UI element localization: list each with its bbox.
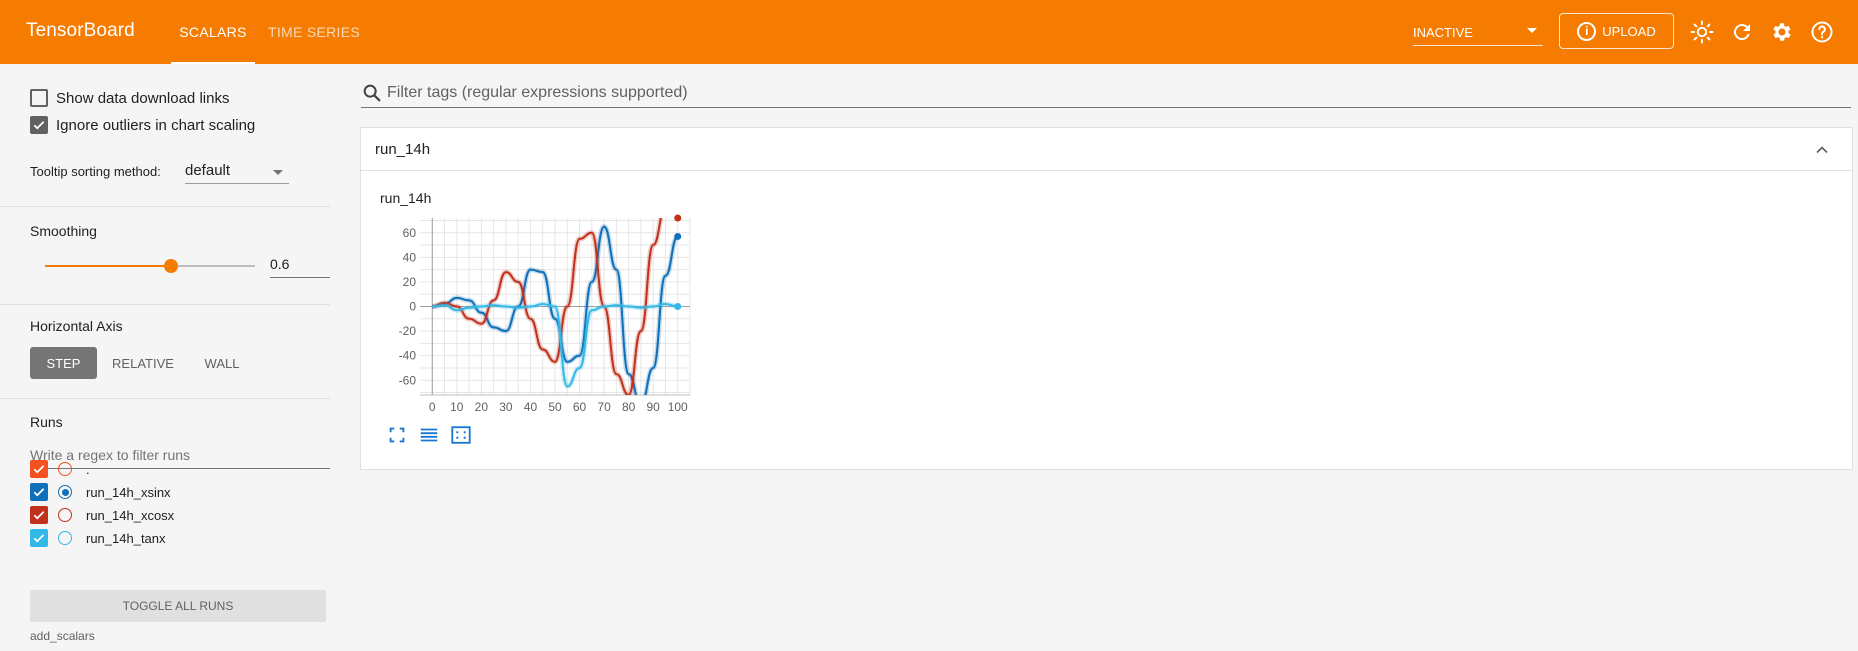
run-radio[interactable]: [58, 485, 72, 499]
series-endpoint: [674, 214, 682, 222]
dropdown-caret-icon: [1527, 28, 1537, 33]
ignore-outliers-option[interactable]: Ignore outliers in chart scaling: [30, 116, 255, 134]
x-tick-label: 30: [499, 400, 513, 414]
ignore-outliers-checkbox[interactable]: [30, 116, 48, 134]
axis-option-step[interactable]: STEP: [30, 347, 97, 379]
sidebar: Show data download links Ignore outliers…: [0, 64, 330, 651]
brightness-icon[interactable]: [1690, 20, 1714, 44]
run-radio[interactable]: [58, 531, 72, 545]
chart-title: run_14h: [380, 190, 432, 206]
y-tick-label: 0: [409, 300, 416, 314]
tooltip-sorting-value: default: [185, 162, 231, 179]
check-icon: [33, 465, 45, 474]
dropdown-caret-icon: [273, 170, 283, 175]
x-tick-label: 10: [450, 400, 464, 414]
tab-scalars[interactable]: SCALARS: [171, 0, 255, 64]
show-download-links-option[interactable]: Show data download links: [30, 89, 229, 107]
run-checkbox[interactable]: [30, 529, 48, 547]
search-icon: [363, 84, 381, 101]
run-checkbox[interactable]: [30, 483, 48, 501]
tooltip-sorting-label: Tooltip sorting method:: [30, 164, 161, 179]
check-icon: [33, 511, 45, 520]
x-tick-label: 20: [475, 400, 489, 414]
check-icon: [33, 121, 45, 130]
reload-status-select[interactable]: INACTIVE: [1413, 20, 1543, 46]
divider: [0, 206, 330, 207]
tag-filter-input[interactable]: Filter tags (regular expressions support…: [361, 78, 1851, 108]
smoothing-label: Smoothing: [30, 223, 97, 239]
x-tick-label: 100: [668, 400, 688, 414]
fullscreen-icon[interactable]: [386, 424, 408, 446]
y-tick-label: 60: [403, 226, 417, 240]
reload-status-value: INACTIVE: [1413, 25, 1473, 40]
y-tick-label: -40: [399, 349, 417, 363]
tab-time-series[interactable]: TIME SERIES: [268, 0, 360, 64]
show-download-links-checkbox[interactable]: [30, 89, 48, 107]
smoothing-input[interactable]: 0.6: [270, 250, 330, 278]
x-tick-label: 90: [647, 400, 661, 414]
runs-label: Runs: [30, 414, 63, 430]
upload-button[interactable]: i UPLOAD: [1559, 13, 1674, 49]
axis-option-wall[interactable]: WALL: [195, 347, 249, 379]
run-radio[interactable]: [58, 462, 72, 476]
tag-filter-placeholder: Filter tags (regular expressions support…: [387, 83, 688, 101]
refresh-icon[interactable]: [1730, 20, 1754, 44]
tooltip-sorting-select[interactable]: default: [185, 158, 289, 184]
info-icon: i: [1577, 21, 1597, 41]
scalar-line-chart[interactable]: 60 40 20 0 -20 -40 -60 0 10 20 30 40 50 60 70 80 90 100: [380, 212, 720, 417]
run-item[interactable]: run_14h_xsinx: [30, 481, 171, 503]
x-tick-label: 80: [622, 400, 636, 414]
run-name: .: [86, 461, 90, 477]
show-download-links-label: Show data download links: [56, 89, 230, 107]
help-icon[interactable]: [1810, 20, 1834, 44]
axis-option-relative[interactable]: RELATIVE: [106, 347, 180, 379]
x-tick-label: 0: [429, 400, 436, 414]
series-endpoint: [674, 232, 682, 240]
app-title: TensorBoard: [26, 20, 135, 41]
smoothing-slider[interactable]: [45, 259, 255, 273]
y-tick-label: -60: [399, 373, 417, 387]
x-tick-label: 60: [573, 400, 587, 414]
series-endpoint: [674, 303, 682, 310]
y-tick-label: -20: [399, 324, 417, 338]
ignore-outliers-label: Ignore outliers in chart scaling: [56, 116, 256, 134]
run-checkbox[interactable]: [30, 506, 48, 524]
check-icon: [33, 534, 45, 543]
fit-domain-icon[interactable]: [450, 424, 472, 446]
run-item[interactable]: run_14h_xcosx: [30, 504, 174, 526]
toggle-all-runs-button[interactable]: TOGGLE ALL RUNS: [30, 590, 326, 622]
x-tick-label: 50: [548, 400, 562, 414]
y-tick-label: 40: [403, 250, 417, 264]
card-group-header[interactable]: run_14h: [361, 128, 1852, 171]
upload-label: UPLOAD: [1602, 23, 1656, 39]
run-checkbox[interactable]: [30, 460, 48, 478]
check-icon: [33, 488, 45, 497]
smoothing-slider-thumb[interactable]: [164, 259, 178, 273]
data-table-icon[interactable]: [418, 424, 440, 446]
radio-dot: [61, 488, 69, 496]
settings-icon[interactable]: [1770, 20, 1794, 44]
top-app-bar: TensorBoard SCALARS TIME SERIES INACTIVE…: [0, 0, 1858, 64]
smoothing-slider-fill: [45, 265, 171, 267]
x-tick-label: 70: [597, 400, 611, 414]
x-tick-label: 40: [524, 400, 538, 414]
horizontal-axis-label: Horizontal Axis: [30, 318, 123, 334]
run-radio[interactable]: [58, 508, 72, 522]
run-name: run_14h_tanx: [86, 530, 166, 546]
run-name: run_14h_xsinx: [86, 484, 171, 500]
chevron-up-icon[interactable]: [1812, 140, 1832, 160]
divider: [0, 304, 330, 305]
divider: [0, 398, 330, 399]
run-name: run_14h_xcosx: [86, 507, 175, 523]
footer-tag: add_scalars: [30, 629, 95, 643]
run-item[interactable]: run_14h_tanx: [30, 527, 166, 549]
y-tick-label: 20: [403, 275, 417, 289]
run-item[interactable]: .: [30, 458, 90, 480]
card-group-title: run_14h: [375, 141, 431, 158]
